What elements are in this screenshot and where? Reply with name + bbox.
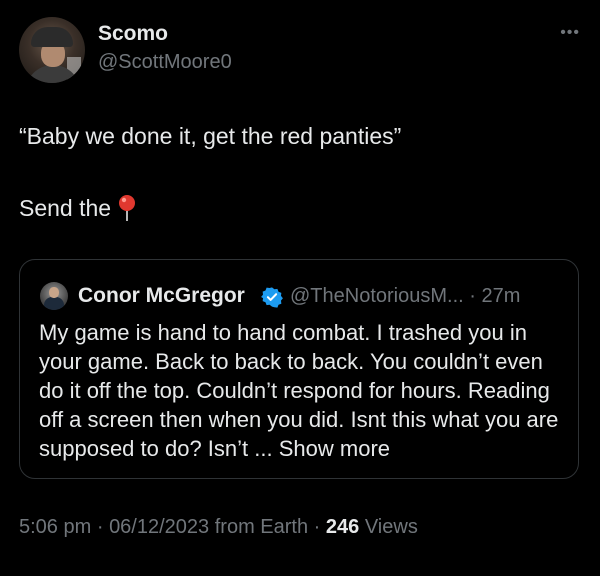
author-handle[interactable]: @ScottMoore0: [98, 51, 232, 74]
views-label[interactable]: Views: [365, 516, 418, 538]
author-avatar[interactable]: [19, 17, 85, 83]
quoted-meta: @TheNotoriousM... · 27m: [290, 285, 520, 308]
more-dots-icon[interactable]: •••: [560, 24, 580, 42]
tweet-footer: 5:06 pm · 06/12/2023 from Earth · 246 Vi…: [19, 516, 418, 539]
author-display-name[interactable]: Scomo: [98, 22, 168, 46]
quoted-author-avatar[interactable]: [40, 282, 68, 310]
quoted-time[interactable]: 27m: [482, 285, 521, 307]
avatar-cap: [31, 27, 73, 47]
views-count[interactable]: 246: [326, 516, 359, 538]
footer-time[interactable]: 5:06 pm: [19, 516, 91, 538]
verified-badge-icon: [261, 286, 283, 313]
show-more-link[interactable]: Show more: [279, 436, 390, 461]
quoted-handle[interactable]: @TheNotoriousM...: [290, 285, 464, 307]
round-pushpin-icon: [117, 194, 137, 232]
quoted-tweet[interactable]: Conor McGregor @TheNotoriousM... · 27m M…: [19, 259, 579, 479]
tweet-text: “Baby we done it, get the red panties” S…: [19, 118, 579, 232]
quoted-author-name[interactable]: Conor McGregor: [78, 284, 245, 308]
tweet[interactable]: Scomo @ScottMoore0 ••• “Baby we done it,…: [0, 0, 600, 576]
quoted-avatar-suit: [44, 297, 64, 310]
footer-separator-2: ·: [313, 516, 321, 538]
quoted-text: My game is hand to hand combat. I trashe…: [39, 318, 564, 463]
tweet-text-send: Send the: [19, 195, 112, 221]
footer-source: from Earth: [214, 516, 309, 538]
quoted-separator: ·: [469, 285, 476, 307]
tweet-text-line-1: “Baby we done it, get the red panties”: [19, 123, 402, 149]
footer-separator-1: ·: [96, 516, 104, 538]
tweet-text-line-2: Send the: [19, 190, 579, 232]
footer-date[interactable]: 06/12/2023: [109, 516, 209, 538]
quoted-avatar-head: [49, 287, 59, 298]
